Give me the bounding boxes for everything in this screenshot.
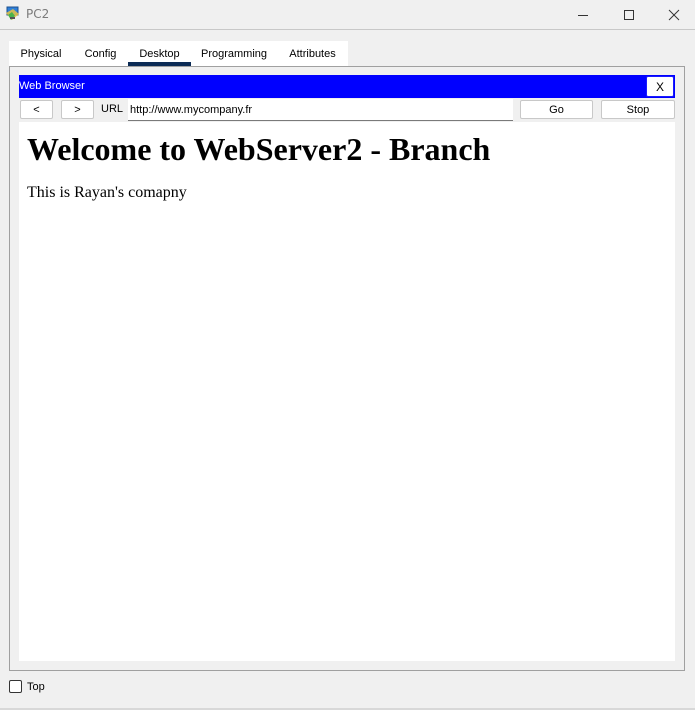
- go-button[interactable]: Go: [520, 100, 593, 119]
- tab-attributes[interactable]: Attributes: [277, 41, 348, 66]
- page-heading: Welcome to WebServer2 - Branch: [27, 131, 491, 167]
- packet-tracer-pc-icon: [5, 6, 21, 22]
- minimize-icon: [578, 14, 588, 16]
- tab-desktop[interactable]: Desktop: [128, 41, 191, 66]
- web-page-content: Welcome to WebServer2 - Branch This is R…: [27, 130, 667, 202]
- url-input[interactable]: [128, 99, 513, 121]
- window-title: PC2: [26, 7, 50, 21]
- maximize-icon: [624, 9, 634, 20]
- window-titlebar: PC2: [0, 0, 695, 29]
- close-icon: [668, 9, 680, 20]
- top-checkbox[interactable]: [9, 680, 22, 693]
- back-button[interactable]: <: [20, 100, 53, 119]
- web-browser-window: Web Browser X < > URL Go Stop Welcome to…: [19, 75, 675, 661]
- browser-close-button[interactable]: X: [646, 76, 674, 97]
- maximize-button[interactable]: [606, 0, 652, 29]
- tab-physical[interactable]: Physical: [9, 41, 73, 66]
- top-label: Top: [27, 680, 45, 693]
- close-button[interactable]: [651, 0, 695, 29]
- minimize-button[interactable]: [560, 0, 606, 29]
- tab-programming[interactable]: Programming: [191, 41, 277, 66]
- browser-toolbar: < > URL Go Stop: [19, 98, 675, 122]
- url-label: URL: [101, 103, 124, 115]
- stop-button[interactable]: Stop: [601, 100, 675, 119]
- top-option: Top: [9, 680, 45, 693]
- page-body-text: This is Rayan's comapny: [27, 184, 187, 201]
- titlebar-divider: [0, 29, 695, 30]
- browser-titlebar: Web Browser X: [19, 75, 675, 98]
- desktop-panel: Web Browser X < > URL Go Stop Welcome to…: [9, 66, 685, 671]
- browser-title: Web Browser: [19, 80, 85, 92]
- device-tabs: Physical Config Desktop Programming Attr…: [9, 41, 348, 66]
- tab-config[interactable]: Config: [73, 41, 128, 66]
- forward-button[interactable]: >: [61, 100, 94, 119]
